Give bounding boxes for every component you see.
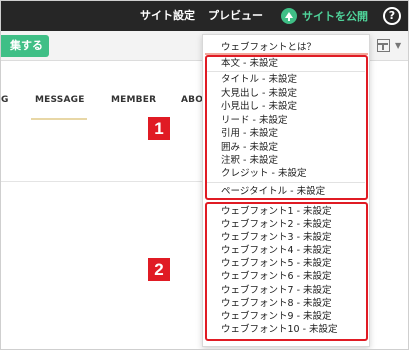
layout-icon[interactable] (377, 39, 390, 52)
nav-item-message[interactable]: MESSAGE (35, 95, 85, 105)
app-window: サイト設定 プレビュー サイトを公開 ? 集する ▼ G MESSAGE MEM… (0, 0, 409, 350)
nav-item-member[interactable]: MEMBER (111, 95, 156, 105)
chevron-down-icon[interactable]: ▼ (395, 41, 401, 50)
content-divider (1, 181, 206, 182)
highlight-box-2 (205, 202, 368, 341)
publish-button[interactable]: サイトを公開 (281, 7, 368, 25)
highlight-box-1 (205, 55, 368, 200)
preview-link[interactable]: プレビュー (208, 8, 263, 24)
upload-icon (281, 8, 297, 24)
edit-button[interactable]: 集する (1, 35, 49, 57)
nav-item-partial[interactable]: G (1, 95, 9, 105)
annotation-badge-1: 1 (148, 117, 170, 140)
site-settings-link[interactable]: サイト設定 (140, 8, 195, 24)
annotation-badge-2: 2 (148, 258, 170, 281)
webfont-help-link[interactable]: ウェブフォントとは？ (221, 39, 316, 53)
publish-label: サイトを公開 (302, 10, 368, 23)
nav-active-indicator (31, 118, 87, 120)
top-bar: サイト設定 プレビュー サイトを公開 ? (1, 1, 408, 31)
help-icon[interactable]: ? (383, 7, 401, 25)
